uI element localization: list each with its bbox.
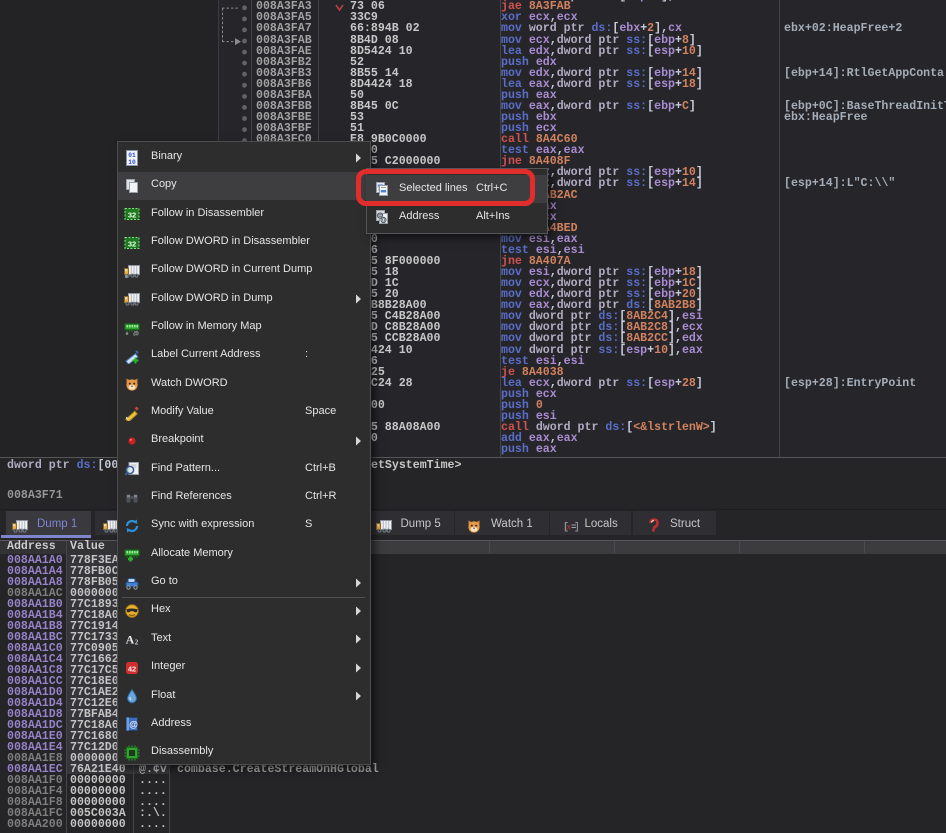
- svg-text:10: 10: [128, 159, 136, 166]
- svg-text:32: 32: [128, 211, 136, 220]
- svg-text:@: @: [133, 331, 139, 336]
- svg-text:A: A: [126, 633, 135, 647]
- svg-text:42: 42: [128, 664, 136, 673]
- svg-text:@: @: [380, 218, 386, 224]
- svg-text:32: 32: [128, 239, 136, 248]
- svg-text:2: 2: [135, 639, 139, 647]
- svg-text:@: @: [129, 720, 138, 730]
- svg-text:]: ]: [574, 521, 578, 533]
